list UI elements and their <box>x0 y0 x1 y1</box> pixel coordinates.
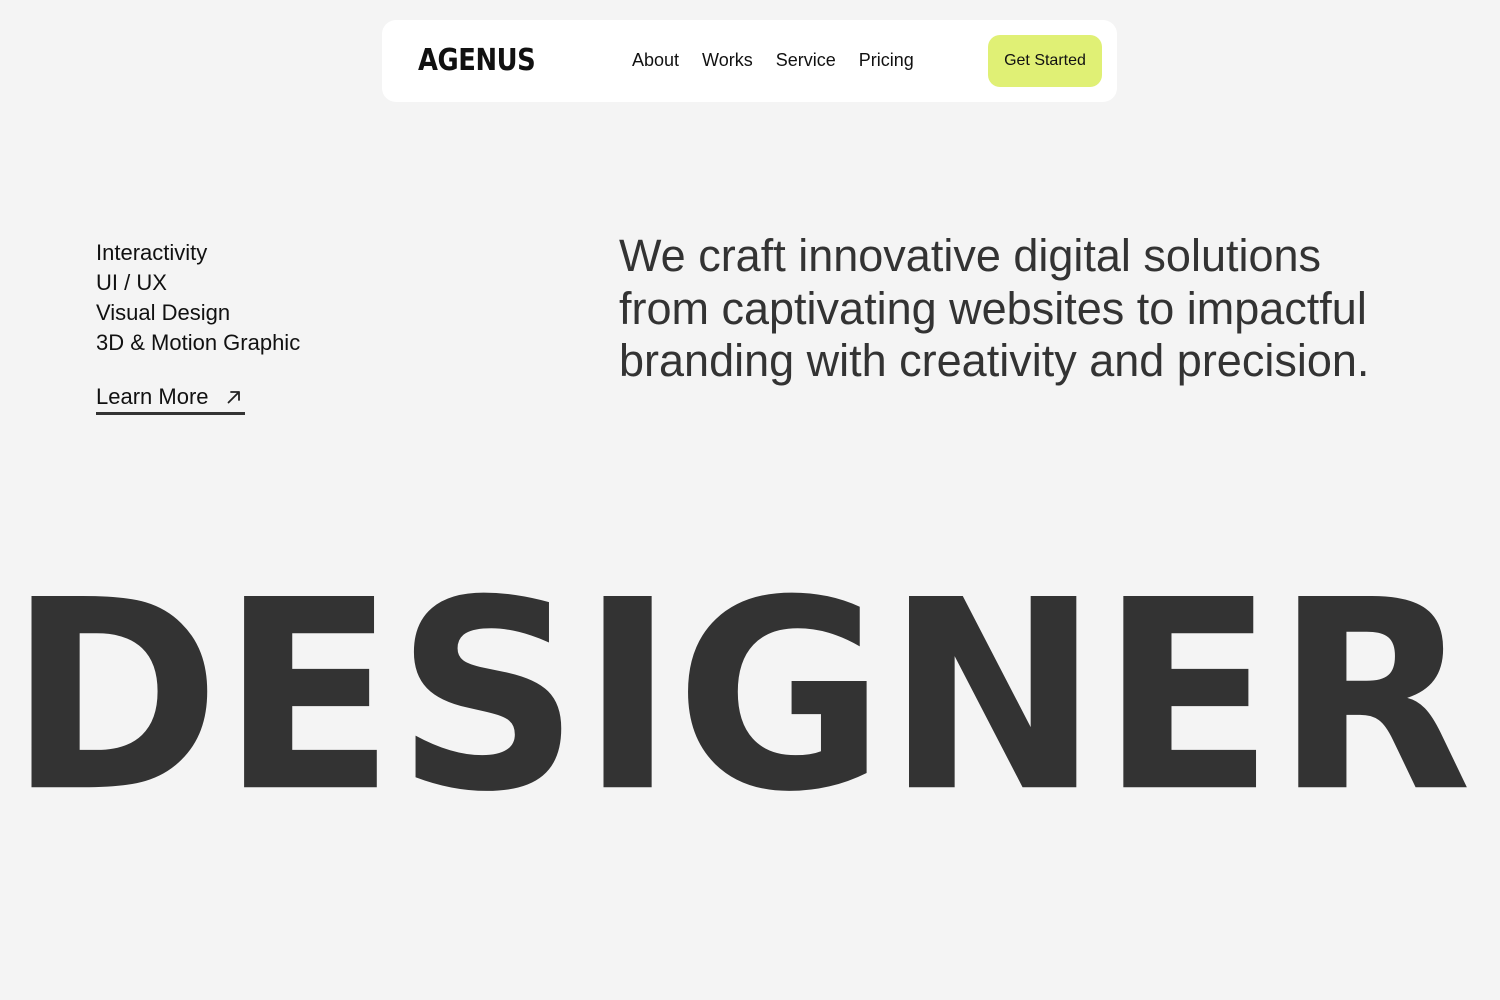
nav-links: About Works Service Pricing <box>632 48 914 72</box>
services-list: Interactivity UI / UX Visual Design 3D &… <box>96 238 300 358</box>
hero-word-text: DESIGNER <box>8 543 1472 849</box>
service-item-ui-ux: UI / UX <box>96 270 167 295</box>
get-started-button[interactable]: Get Started <box>988 35 1102 87</box>
learn-more-label: Learn More <box>96 384 209 409</box>
learn-more-link[interactable]: Learn More <box>96 382 245 415</box>
nav-item-about[interactable]: About <box>632 48 679 72</box>
navbar: AGENUS About Works Service Pricing Get S… <box>382 20 1117 102</box>
service-item-visual-design: Visual Design <box>96 300 231 325</box>
service-item-interactivity: Interactivity <box>96 240 208 265</box>
nav-item-service[interactable]: Service <box>776 48 836 72</box>
arrow-up-right-icon <box>225 388 243 406</box>
tagline: We craft innovative digital solutions fr… <box>619 230 1370 386</box>
nav-item-works[interactable]: Works <box>702 48 753 72</box>
logo[interactable]: AGENUS <box>418 42 536 80</box>
service-item-3d-motion: 3D & Motion Graphic <box>96 330 301 355</box>
hero-word: DESIGNER <box>8 543 1472 849</box>
nav-item-pricing[interactable]: Pricing <box>859 48 914 72</box>
